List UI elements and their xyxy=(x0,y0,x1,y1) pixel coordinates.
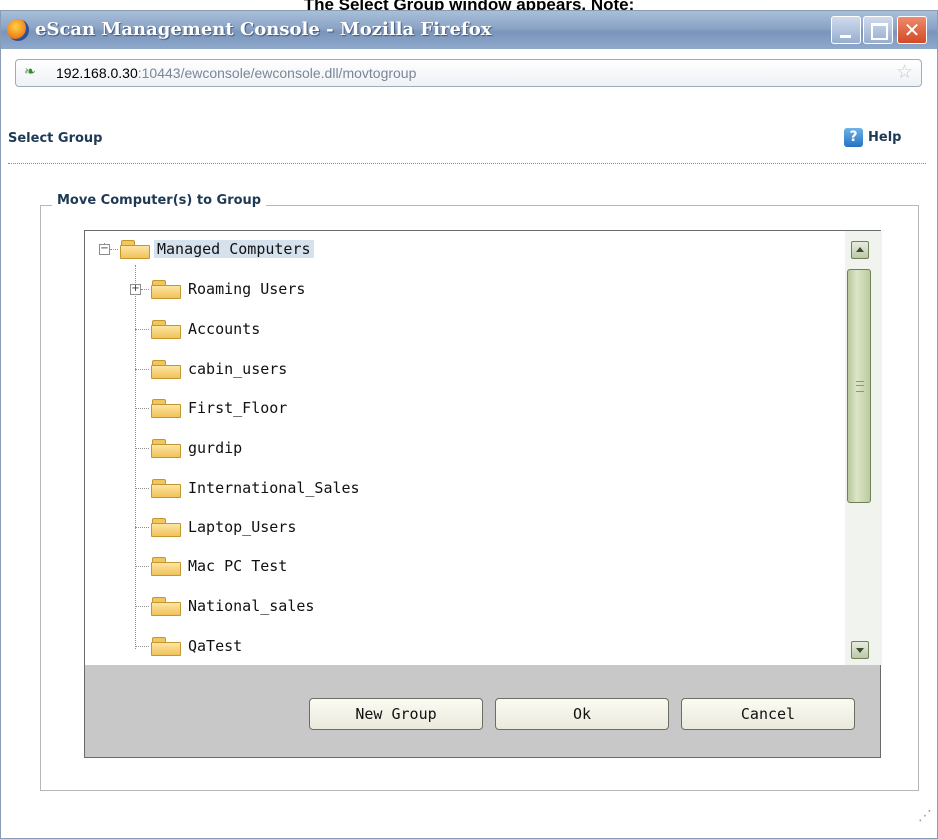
tree-node-label: Mac PC Test xyxy=(188,557,288,575)
header-divider xyxy=(8,163,926,164)
tree-node-label: gurdip xyxy=(188,439,243,457)
tree-node-international-sales[interactable]: International_Sales xyxy=(135,477,535,501)
group-tree[interactable]: − Managed Computers + Roaming Users Acco… xyxy=(85,231,845,665)
collapse-icon[interactable]: − xyxy=(99,244,110,255)
tree-node-label: QaTest xyxy=(188,637,243,655)
tree-connector xyxy=(110,249,118,250)
folder-icon xyxy=(151,437,182,459)
grip-icon xyxy=(856,381,864,392)
window-title: eScan Management Console - Mozilla Firef… xyxy=(35,19,492,40)
url-host: 192.168.0.30 xyxy=(56,65,138,81)
folder-icon xyxy=(151,278,182,300)
bookmark-star-icon[interactable]: ☆ xyxy=(896,61,913,83)
tree-connector xyxy=(135,329,149,330)
arrow-down-icon xyxy=(856,648,864,653)
scroll-thumb[interactable] xyxy=(847,269,871,503)
tree-node-laptop-users[interactable]: Laptop_Users xyxy=(135,516,535,540)
tree-scrollbar[interactable] xyxy=(845,231,882,665)
tree-node-managed-computers[interactable]: − Managed Computers xyxy=(99,238,499,262)
folder-icon xyxy=(151,358,182,380)
page-title: Select Group xyxy=(8,131,103,146)
tree-node-label: First_Floor xyxy=(188,399,288,417)
group-dialog: − Managed Computers + Roaming Users Acco… xyxy=(84,230,882,758)
tree-connector xyxy=(135,527,149,528)
tree-node-qatest[interactable]: QaTest xyxy=(135,635,535,659)
tree-connector xyxy=(135,369,149,370)
resize-grip-icon[interactable] xyxy=(918,808,932,826)
tree-node-label: Accounts xyxy=(188,320,261,338)
folder-icon xyxy=(151,477,182,499)
maximize-button[interactable] xyxy=(863,16,893,44)
folder-icon xyxy=(151,555,182,577)
expand-icon[interactable]: + xyxy=(130,284,141,295)
tree-connector xyxy=(135,408,149,409)
tree-connector xyxy=(135,606,149,607)
tree-node-accounts[interactable]: Accounts xyxy=(135,318,535,342)
arrow-up-icon xyxy=(856,247,864,252)
tree-node-national-sales[interactable]: National_sales xyxy=(135,595,535,619)
address-bar[interactable]: ❧ 192.168.0.30:10443/ewconsole/ewconsole… xyxy=(15,59,922,87)
tree-node-label: National_sales xyxy=(188,597,315,615)
scroll-up-button[interactable] xyxy=(851,241,869,259)
tree-connector xyxy=(135,488,149,489)
tree-node-label: Managed Computers xyxy=(154,240,314,258)
tree-connector xyxy=(135,566,149,567)
folder-icon xyxy=(151,635,182,657)
close-icon: ✕ xyxy=(903,18,921,42)
tree-node-first-floor[interactable]: First_Floor xyxy=(135,397,535,421)
folder-icon xyxy=(151,516,182,538)
tree-connector xyxy=(135,646,149,647)
tree-node-roaming-users[interactable]: + Roaming Users xyxy=(130,278,530,302)
tree-connector xyxy=(141,289,149,290)
tree-node-label: cabin_users xyxy=(188,360,288,378)
site-identity-icon[interactable]: ❧ xyxy=(24,64,36,80)
folder-icon xyxy=(151,397,182,419)
fieldset-legend: Move Computer(s) to Group xyxy=(52,193,267,208)
folder-icon xyxy=(151,318,182,340)
url-path: :10443/ewconsole/ewconsole.dll/movtogrou… xyxy=(137,65,417,81)
tree-node-gurdip[interactable]: gurdip xyxy=(135,437,535,461)
maximize-icon xyxy=(864,17,892,43)
tree-node-cabin-users[interactable]: cabin_users xyxy=(135,358,535,382)
close-button[interactable]: ✕ xyxy=(897,16,927,44)
tree-node-label: Roaming Users xyxy=(188,280,306,298)
new-group-button[interactable]: New Group xyxy=(309,698,483,730)
folder-icon xyxy=(120,238,151,260)
help-label: Help xyxy=(868,130,902,145)
help-icon: ? xyxy=(844,128,863,147)
tree-connector xyxy=(135,448,149,449)
folder-icon xyxy=(151,595,182,617)
ok-button[interactable]: Ok xyxy=(495,698,669,730)
title-bar: eScan Management Console - Mozilla Firef… xyxy=(1,11,937,49)
tree-node-mac-pc-test[interactable]: Mac PC Test xyxy=(135,555,535,579)
url-text[interactable]: 192.168.0.30:10443/ewconsole/ewconsole.d… xyxy=(56,65,416,81)
scroll-down-button[interactable] xyxy=(851,641,869,659)
minimize-button[interactable] xyxy=(831,16,861,44)
tree-node-label: International_Sales xyxy=(188,479,360,497)
cancel-button[interactable]: Cancel xyxy=(681,698,855,730)
firefox-logo-icon xyxy=(7,19,29,41)
tree-node-label: Laptop_Users xyxy=(188,518,297,536)
minimize-icon xyxy=(832,17,860,43)
